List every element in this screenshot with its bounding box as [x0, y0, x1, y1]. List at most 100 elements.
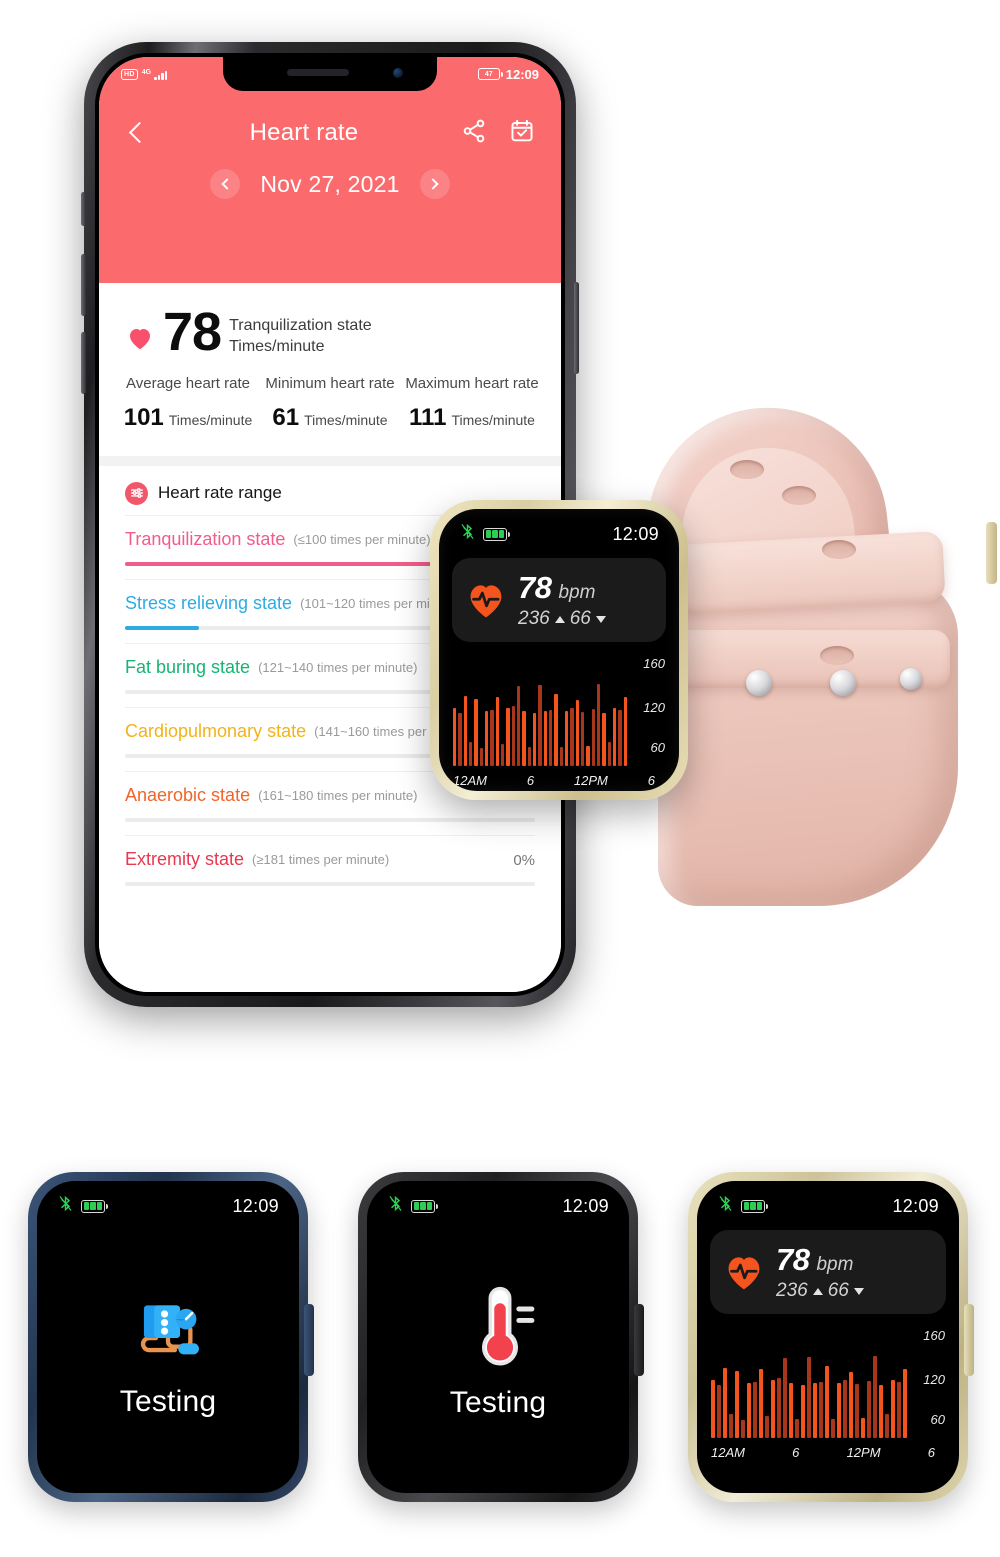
chart-bar — [759, 1368, 763, 1438]
phone-power-button[interactable] — [574, 282, 579, 374]
band-hole — [782, 486, 816, 505]
chart-bar — [506, 708, 510, 766]
watch-status-bar: 12:09 — [439, 509, 679, 546]
stat-average: Average heart rate 101 Times/minute — [117, 374, 259, 432]
chart-bar — [747, 1383, 751, 1438]
battery-icon: 47 — [477, 68, 503, 80]
calendar-check-icon[interactable] — [509, 118, 535, 149]
chart-bars — [711, 1342, 907, 1438]
header-nav-row: Heart rate — [99, 109, 561, 157]
watch-side-button[interactable] — [964, 1304, 974, 1376]
heart-pulse-icon — [722, 1250, 766, 1294]
triangle-down-icon — [853, 1287, 864, 1295]
chart-bar — [885, 1413, 889, 1438]
watch-side-button[interactable] — [304, 1304, 314, 1376]
chart-bar — [554, 693, 558, 766]
watch-screen: 12:09 78 bpm 236 66 160 120 60 12AM 6 12… — [439, 509, 679, 791]
band-pin — [746, 670, 772, 696]
header-actions — [461, 118, 535, 149]
smartwatch-variant-gold: 12:09 78 bpm 236 66 160 120 60 12AM 6 12… — [688, 1172, 974, 1502]
triangle-up-icon — [812, 1287, 823, 1295]
battery-icon — [81, 1199, 108, 1213]
share-icon[interactable] — [461, 118, 487, 149]
current-state-label: Tranquilization state — [229, 317, 372, 334]
phone-volume-up-button[interactable] — [81, 254, 86, 316]
chart-bar — [777, 1378, 781, 1438]
battery-icon — [741, 1199, 768, 1213]
chart-bar — [474, 698, 478, 766]
bluetooth-disconnected-icon — [459, 522, 476, 546]
watch-screen: 12:09 Testing — [37, 1181, 299, 1493]
x-tick: 12AM — [711, 1445, 745, 1460]
chart-bar — [612, 707, 617, 766]
heart-rate-card[interactable]: 78 bpm 236 66 — [452, 558, 666, 642]
chart-bar — [559, 746, 563, 766]
stat-unit: Times/minute — [304, 411, 388, 428]
x-tick: 12AM — [453, 773, 487, 788]
hd-badge-icon: HD — [121, 68, 138, 80]
heart-rate-chart: 160 120 60 12AM 6 12PM 6 — [711, 1328, 945, 1460]
chart-bar — [564, 710, 569, 766]
back-chevron-icon[interactable] — [125, 122, 147, 144]
phone-volume-down-button[interactable] — [81, 332, 86, 394]
chart-bar — [511, 706, 515, 766]
chart-bar — [789, 1382, 793, 1438]
smartwatch-variant-black: 12:09 Testing — [358, 1172, 644, 1502]
chart-bar — [516, 686, 521, 766]
chart-bar — [741, 1420, 745, 1438]
y-tick: 120 — [923, 1372, 945, 1387]
chart-bar — [903, 1369, 907, 1438]
next-day-button[interactable] — [419, 169, 450, 199]
heart-rate-range-title: Heart rate range — [158, 483, 282, 503]
range-name: Anaerobic state — [125, 784, 251, 805]
watch-clock: 12:09 — [232, 1195, 279, 1216]
chart-bar — [468, 742, 473, 766]
smartwatch-variant-blue: 12:09 Testing — [28, 1172, 314, 1502]
watch-case: 12:09 78 bpm 236 66 160 120 60 12AM 6 12… — [688, 1172, 968, 1502]
watch-screen: 12:09 Testing — [367, 1181, 629, 1493]
watch-side-button[interactable] — [986, 522, 997, 584]
chart-bar — [765, 1415, 769, 1438]
chart-bar — [855, 1384, 859, 1438]
chart-bar — [591, 709, 595, 766]
chart-bar — [717, 1384, 721, 1438]
chart-bar — [548, 709, 553, 766]
watch-side-button[interactable] — [634, 1304, 644, 1376]
y-tick: 120 — [643, 700, 665, 715]
chart-bar — [729, 1414, 733, 1438]
chart-bar — [897, 1381, 901, 1438]
chart-bar — [602, 712, 606, 766]
bluetooth-disconnected-icon — [717, 1194, 734, 1218]
current-bpm-value: 78 — [163, 302, 222, 362]
chart-bar — [618, 709, 622, 766]
heart-rate-minmax: 236 66 — [518, 608, 606, 630]
chart-bar — [495, 696, 499, 766]
chart-x-axis: 12AM 6 12PM 6 — [453, 773, 655, 788]
testing-screen: Testing — [37, 1218, 299, 1484]
chart-bar — [849, 1371, 853, 1438]
current-unit-label: Times/minute — [229, 338, 325, 356]
battery-icon — [483, 527, 510, 541]
y-tick: 60 — [650, 740, 665, 755]
chart-bar — [607, 741, 611, 766]
x-tick: 6 — [792, 1445, 800, 1460]
heart-icon — [125, 323, 155, 353]
chart-bar — [783, 1358, 787, 1438]
range-name: Extremity state — [125, 848, 245, 869]
battery-icon — [411, 1199, 438, 1213]
heart-rate-card[interactable]: 78 bpm 236 66 — [710, 1230, 946, 1314]
watch-clock: 12:09 — [612, 523, 659, 544]
range-name: Fat buring state — [125, 656, 251, 677]
x-tick: 6 — [927, 1445, 935, 1460]
range-name: Cardiopulmonary state — [125, 720, 307, 741]
range-name: Tranquilization state — [125, 528, 286, 549]
chart-bar — [463, 695, 467, 766]
page-root: HD 4G 47 12:09 Heart rate Nov 27, 2021 7… — [0, 0, 1000, 1557]
chart-bar — [753, 1381, 757, 1438]
chart-bar — [538, 684, 542, 766]
watch-screen: 12:09 78 bpm 236 66 160 120 60 12AM 6 12… — [697, 1181, 959, 1493]
chart-bar — [484, 711, 489, 766]
phone-mute-switch[interactable] — [81, 192, 86, 226]
previous-day-button[interactable] — [210, 169, 241, 199]
heart-rate-min: 66 — [827, 1280, 849, 1301]
